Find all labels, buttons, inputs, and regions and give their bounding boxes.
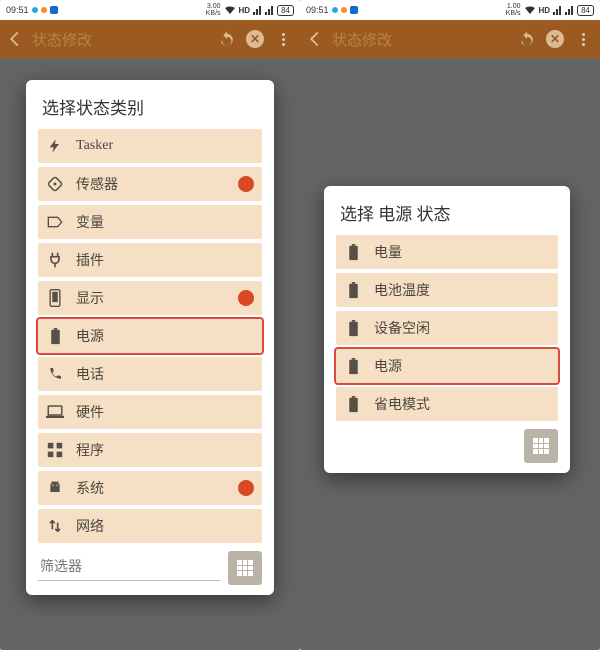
list-item-label: 插件: [76, 250, 104, 270]
hd-icon: HD: [539, 6, 551, 15]
plug-icon: [46, 251, 64, 269]
menu-icon[interactable]: [272, 28, 294, 50]
list-item-label: 电源: [76, 326, 104, 346]
list-item-label: 硬件: [76, 402, 104, 422]
list-item[interactable]: 程序: [38, 433, 262, 467]
phone-icon: [46, 289, 64, 307]
list-item-label: Tasker: [76, 138, 113, 154]
list-item[interactable]: 电源: [336, 349, 558, 383]
status-dot-icon: [41, 7, 47, 13]
badge-dot-icon: [238, 290, 254, 306]
list-item[interactable]: 电池温度: [336, 273, 558, 307]
filter-input[interactable]: [38, 556, 220, 581]
bolt-icon: [46, 137, 64, 155]
close-icon[interactable]: ✕: [246, 30, 264, 48]
tag-icon: [46, 213, 64, 231]
badge-dot-icon: [238, 176, 254, 192]
signal-icon: [565, 6, 574, 15]
undo-icon[interactable]: [516, 28, 538, 50]
back-icon[interactable]: [306, 30, 324, 48]
status-dot-icon: [332, 7, 338, 13]
title-bar: 状态修改 ✕: [0, 20, 300, 58]
page-title: 状态修改: [332, 29, 508, 50]
status-bar: 09:51 1.00KB/s HD 84: [300, 0, 600, 20]
title-bar: 状态修改 ✕: [300, 20, 600, 58]
badge-dot-icon: [238, 480, 254, 496]
list-item-label: 电池温度: [374, 280, 430, 300]
list-item-label: 程序: [76, 440, 104, 460]
filter-field[interactable]: [38, 556, 220, 581]
list-item[interactable]: 设备空闲: [336, 311, 558, 345]
list-item[interactable]: 硬件: [38, 395, 262, 429]
undo-icon[interactable]: [216, 28, 238, 50]
dialog-title: 选择 电源 状态: [340, 200, 556, 225]
updown-icon: [46, 517, 64, 535]
list-item[interactable]: 插件: [38, 243, 262, 277]
apps-icon: [46, 441, 64, 459]
list-item-label: 显示: [76, 288, 104, 308]
list-item[interactable]: 电量: [336, 235, 558, 269]
category-dialog: 选择状态类别 Tasker 传感器变量插件显示电源电话硬件程序系统网络: [26, 80, 274, 595]
page-title: 状态修改: [32, 29, 208, 50]
list-item[interactable]: 显示: [38, 281, 262, 315]
signal-icon: [265, 6, 274, 15]
list-item-label: 变量: [76, 212, 104, 232]
list-item[interactable]: 电话: [38, 357, 262, 391]
android-icon: [46, 479, 64, 497]
list-item[interactable]: 电源: [38, 319, 262, 353]
list-item[interactable]: 传感器: [38, 167, 262, 201]
list-item[interactable]: 省电模式: [336, 387, 558, 421]
status-time: 09:51: [6, 5, 29, 15]
list-item-label: 电话: [76, 364, 104, 384]
list-item-label: 省电模式: [374, 394, 430, 414]
list-item-label: 设备空闲: [374, 318, 430, 338]
list-item-label: 系统: [76, 478, 104, 498]
status-bar: 09:51 3.00KB/s HD 84: [0, 0, 300, 20]
dialog-title: 选择状态类别: [42, 94, 260, 119]
back-icon[interactable]: [6, 30, 24, 48]
power-dialog: 选择 电源 状态 电量电池温度设备空闲电源省电模式: [324, 186, 570, 473]
battery-icon: 84: [277, 5, 294, 16]
rotate-icon: [46, 175, 64, 193]
wifi-icon: [224, 5, 236, 15]
grid-view-button[interactable]: [524, 429, 558, 463]
alipay-icon: [350, 6, 358, 14]
signal-icon: [553, 6, 562, 15]
battery-icon: [344, 319, 362, 337]
status-time: 09:51: [306, 5, 329, 15]
list-item[interactable]: Tasker: [38, 129, 262, 163]
battery-icon: 84: [577, 5, 594, 16]
list-item[interactable]: 系统: [38, 471, 262, 505]
list-item-label: 电量: [374, 242, 402, 262]
battery-icon: [344, 243, 362, 261]
alipay-icon: [50, 6, 58, 14]
hd-icon: HD: [239, 6, 251, 15]
list-item-label: 传感器: [76, 174, 118, 194]
list-item-label: 网络: [76, 516, 104, 536]
grid-view-button[interactable]: [228, 551, 262, 585]
call-icon: [46, 365, 64, 383]
status-dot-icon: [341, 7, 347, 13]
list-item[interactable]: 网络: [38, 509, 262, 543]
phone-right: 09:51 1.00KB/s HD 84 状态修改 ✕ 选择 电源 状态: [300, 0, 600, 650]
menu-icon[interactable]: [572, 28, 594, 50]
battery-icon: [344, 357, 362, 375]
close-icon[interactable]: ✕: [546, 30, 564, 48]
signal-icon: [253, 6, 262, 15]
list-item[interactable]: 变量: [38, 205, 262, 239]
battery-icon: [344, 395, 362, 413]
battery-icon: [344, 281, 362, 299]
laptop-icon: [46, 403, 64, 421]
wifi-icon: [524, 5, 536, 15]
status-dot-icon: [32, 7, 38, 13]
phone-left: 09:51 3.00KB/s HD 84 状态修改 ✕ 选择状态类别: [0, 0, 300, 650]
battery-icon: [46, 327, 64, 345]
list-item-label: 电源: [374, 356, 402, 376]
